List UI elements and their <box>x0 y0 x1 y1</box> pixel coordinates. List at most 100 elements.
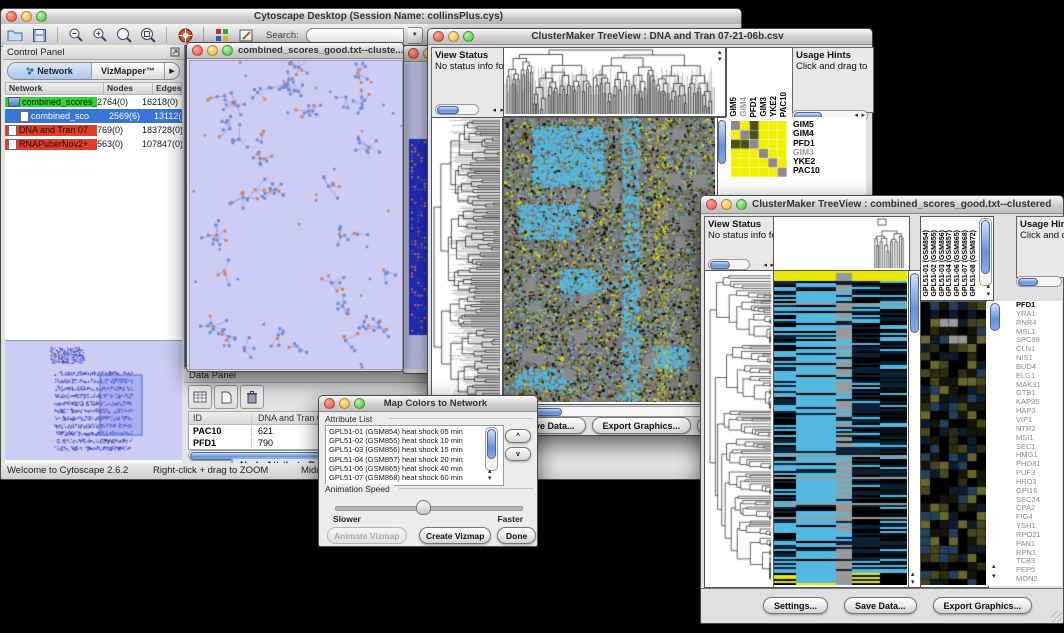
minimize-button[interactable] <box>21 11 32 22</box>
column-dendrogram-panel[interactable] <box>773 216 910 271</box>
treeview1-titlebar[interactable]: ClusterMaker TreeView : DNA and Tran 07-… <box>428 29 872 45</box>
gene-list-scroll-gutter[interactable] <box>987 301 1014 586</box>
row-label[interactable]: PAC10 <box>793 166 820 175</box>
done-button[interactable]: Done <box>497 527 536 544</box>
attribute-list-item[interactable]: GPL51-02 (GSM855) heat shock 10 min <box>329 436 503 445</box>
scroll-left-icon[interactable] <box>763 262 767 269</box>
search-input[interactable] <box>306 28 404 43</box>
close-button[interactable] <box>6 11 17 22</box>
scroll-down-icon[interactable] <box>992 573 996 580</box>
minimize-button[interactable] <box>339 398 350 409</box>
dialog-titlebar[interactable]: Map Colors to Network <box>319 396 537 412</box>
tab-overflow-arrow[interactable]: ▶ <box>165 63 179 79</box>
zoom-button[interactable] <box>736 199 747 210</box>
close-button[interactable] <box>324 398 335 409</box>
new-attribute-icon[interactable] <box>214 385 238 409</box>
treeview2-titlebar[interactable]: ClusterMaker TreeView : combined_scores_… <box>701 196 1063 214</box>
treeview-action-button[interactable]: Save Data... <box>844 597 917 614</box>
view-status-scrollbar[interactable] <box>708 259 750 270</box>
treeview-action-button[interactable]: Export Graphics... <box>592 417 692 434</box>
column-dendrogram-panel[interactable] <box>503 47 718 117</box>
scroll-up-icon[interactable] <box>488 468 492 475</box>
attribute-list-item[interactable]: GPL51-03 (GSM856) heat shock 15 min <box>329 445 503 454</box>
attribute-list-scrollbar[interactable] <box>485 427 498 471</box>
scroll-up-icon[interactable] <box>992 563 996 570</box>
network-list-item[interactable]: combined_sco 2569(6) 13112(15) <box>5 109 182 123</box>
resize-grip[interactable] <box>1051 611 1062 622</box>
scroll-left-icon[interactable] <box>492 107 496 114</box>
scroll-up-icon[interactable] <box>986 283 990 290</box>
column-label[interactable]: GIM4 <box>739 97 749 117</box>
row-dendrogram-panel[interactable] <box>431 117 503 405</box>
scroll-down-icon[interactable] <box>718 56 722 63</box>
column-label[interactable]: GIM5 <box>729 97 739 117</box>
column-label[interactable]: GPL51-01 (GSM854) <box>922 230 930 297</box>
close-button[interactable] <box>433 31 444 42</box>
network-list-item[interactable]: RNAPuberNov2+ 563(0) 107847(0) <box>5 137 182 151</box>
create-vizmap-button[interactable]: Create Vizmap <box>419 527 491 544</box>
search-dropdown-arrow[interactable]: ▼ <box>408 27 423 44</box>
tab-vizmapper[interactable]: VizMapper™ <box>92 63 165 79</box>
animate-vizmap-button[interactable]: Animate Vizmap <box>327 527 407 544</box>
close-button[interactable] <box>192 45 203 56</box>
close-button[interactable] <box>408 48 419 59</box>
zoom-button[interactable] <box>354 398 365 409</box>
save-icon[interactable] <box>29 26 49 44</box>
minimize-button[interactable] <box>721 199 732 210</box>
column-label[interactable]: GIM3 <box>759 97 769 117</box>
minimize-button[interactable] <box>207 45 218 56</box>
zoom-button[interactable] <box>463 31 474 42</box>
float-panel-icon[interactable] <box>170 47 180 57</box>
column-label[interactable]: GPL51-08 (GSM872) <box>969 230 977 297</box>
column-label[interactable]: PFD1 <box>749 97 759 117</box>
view-status-scrollbar[interactable] <box>435 104 479 115</box>
detail-heatmap-panel[interactable] <box>920 301 989 588</box>
zoom-in-icon[interactable] <box>90 26 110 44</box>
scroll-up-icon[interactable] <box>718 49 722 56</box>
treeview-action-button[interactable]: Settings... <box>763 597 828 614</box>
delete-attribute-icon[interactable] <box>240 385 264 409</box>
zoom-button[interactable] <box>222 45 233 56</box>
attribute-list-item[interactable]: GPL51-07 (GSM868) heat shock 60 min <box>329 473 503 482</box>
column-label[interactable]: GPL51-06 (GSM865) <box>953 230 961 297</box>
heatmap-panel[interactable] <box>503 117 718 405</box>
birdseye-view[interactable] <box>5 340 182 461</box>
attribute-list-item[interactable]: GPL51-04 (GSM857) heat shock 20 min <box>329 455 503 464</box>
id-column-header[interactable]: ID <box>189 413 252 423</box>
move-down-button[interactable]: v <box>505 447 531 461</box>
column-label[interactable]: PAC10 <box>779 92 789 117</box>
close-button[interactable] <box>706 199 717 210</box>
network-window-titlebar[interactable]: combined_scores_good.txt--cluste... <box>187 43 403 59</box>
tab-network[interactable]: Network <box>8 63 92 79</box>
scroll-up-icon[interactable] <box>911 571 915 578</box>
attribute-select-icon[interactable] <box>188 385 212 409</box>
column-labels-scrollbar[interactable] <box>979 218 992 286</box>
usage-scrollbar[interactable] <box>1016 276 1062 287</box>
zoom-fit-icon[interactable] <box>138 26 158 44</box>
zoom-selected-icon[interactable] <box>114 26 134 44</box>
column-header-nodes[interactable]: Nodes <box>104 82 153 95</box>
minimize-button[interactable] <box>448 31 459 42</box>
column-label[interactable]: GPL51-07 (GSM868) <box>961 230 969 297</box>
column-header-network[interactable]: Network <box>5 82 104 95</box>
scroll-down-icon[interactable] <box>911 579 915 586</box>
gene-list-item[interactable]: MON2 <box>1016 575 1062 584</box>
attribute-list-item[interactable]: GPL51-01 (GSM854) heat shock 05 min <box>329 427 503 436</box>
zoom-button[interactable] <box>36 11 47 22</box>
column-header-edges[interactable]: Edges <box>153 82 182 95</box>
scroll-down-icon[interactable] <box>488 475 492 482</box>
scroll-down-icon[interactable] <box>986 291 990 298</box>
network-canvas[interactable] <box>189 60 403 370</box>
heatmap-panel[interactable] <box>773 270 910 588</box>
move-up-button[interactable]: ^ <box>505 429 531 443</box>
row-dendrogram-panel[interactable] <box>704 270 775 588</box>
main-titlebar[interactable]: Cytoscape Desktop (Session Name: collins… <box>1 9 741 25</box>
network-list-item[interactable]: DNA and Tran 07 769(0) 183728(0) <box>5 123 182 137</box>
attribute-list-item[interactable]: GPL51-06 (GSM865) heat shock 40 min <box>329 464 503 473</box>
open-file-icon[interactable] <box>5 26 25 44</box>
zoom-out-icon[interactable] <box>66 26 86 44</box>
speed-slider-thumb[interactable] <box>416 500 431 515</box>
column-label[interactable]: YKE2 <box>769 96 779 117</box>
similarity-matrix[interactable] <box>731 121 787 177</box>
column-label[interactable]: GPL51-02 (GSM855) <box>930 230 938 297</box>
